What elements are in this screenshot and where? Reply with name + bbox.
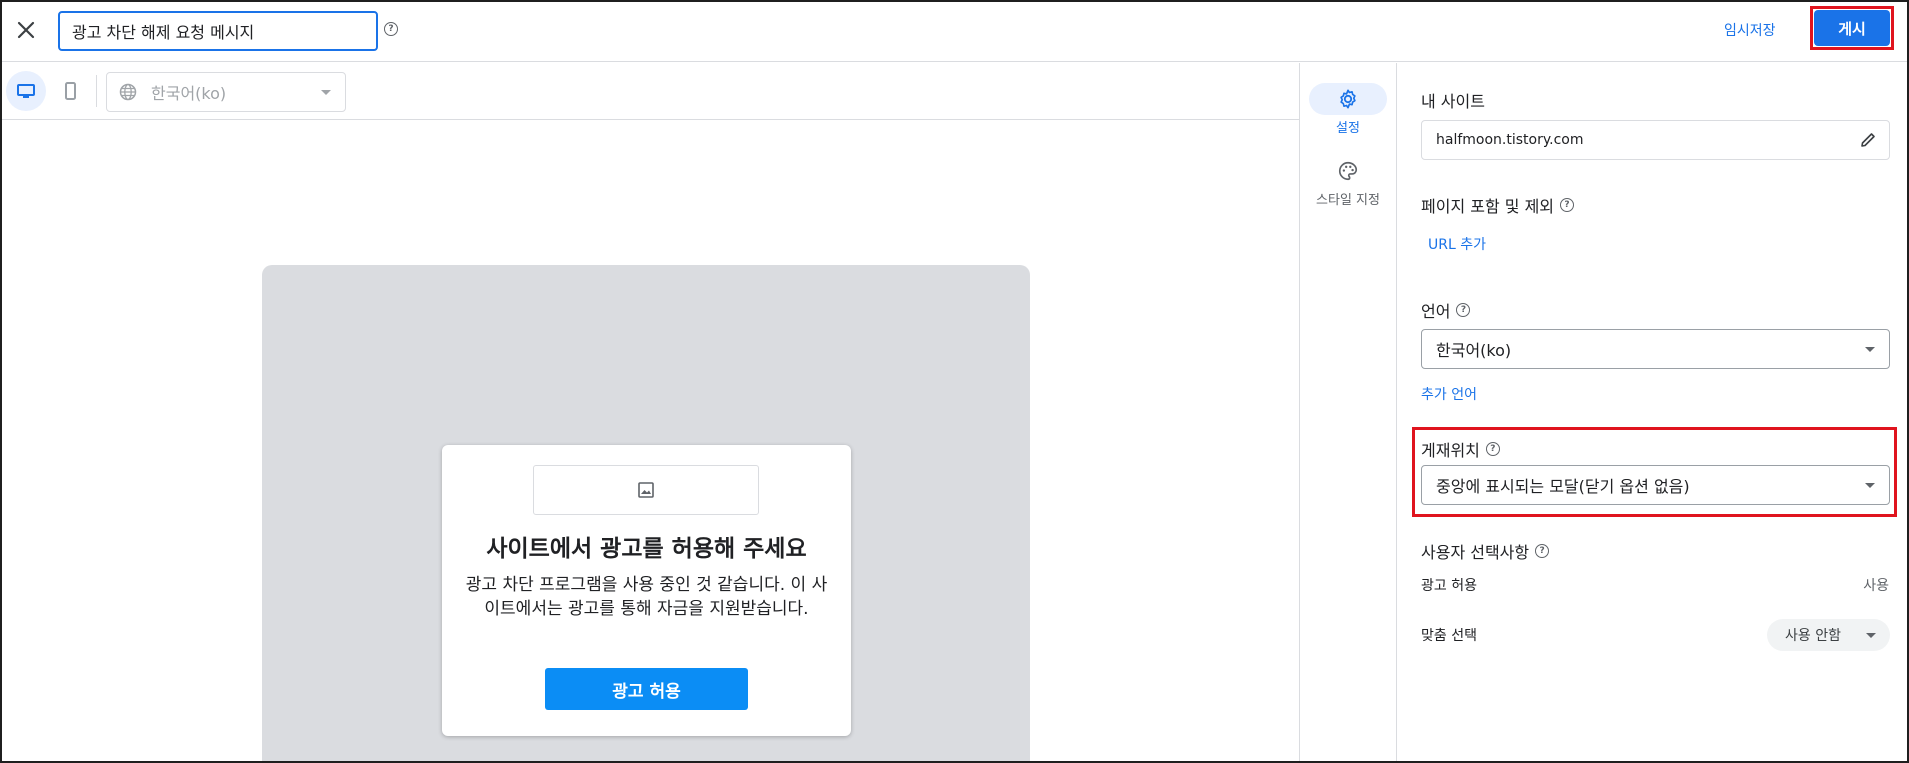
nav-styling-label: 스타일 지정 (1316, 193, 1380, 208)
my-site-label: 내 사이트 (1421, 88, 1485, 112)
user-choices-label: 사용자 선택사항 ? (1421, 539, 1550, 563)
language-label-text: 언어 (1421, 302, 1451, 321)
desktop-preview-button[interactable] (6, 71, 46, 111)
preview-toolbar: 한국어(ko) (2, 63, 1299, 120)
add-url-link[interactable]: URL 추가 (1428, 234, 1486, 254)
preview-canvas: 사이트에서 광고를 허용해 주세요 광고 차단 프로그램을 사용 중인 것 같습… (2, 121, 1299, 761)
custom-choice-select[interactable]: 사용 안함 (1767, 619, 1890, 651)
logo-placeholder (533, 465, 759, 515)
mobile-preview-button[interactable] (50, 71, 90, 111)
nav-item-settings[interactable]: 설정 (1300, 83, 1396, 136)
message-title-input[interactable] (58, 11, 378, 51)
preview-language-value: 한국어(ko) (151, 84, 227, 103)
nav-settings-label: 설정 (1336, 121, 1360, 136)
pencil-icon (1861, 133, 1875, 147)
desktop-icon (17, 84, 35, 98)
chevron-down-icon (1866, 633, 1876, 638)
nav-item-styling[interactable]: 스타일 지정 (1300, 155, 1396, 208)
chevron-down-icon (1865, 347, 1875, 352)
top-bar: ? 임시저장 게시 (2, 2, 1907, 62)
preview-language-select: 한국어(ko) (106, 72, 346, 112)
language-label: 언어 ? (1421, 298, 1471, 322)
publish-button[interactable]: 게시 (1814, 10, 1890, 46)
allow-ads-row-label: 광고 허용 (1421, 578, 1477, 594)
close-button[interactable] (10, 12, 42, 48)
chevron-down-icon (321, 90, 331, 95)
close-icon (17, 21, 35, 39)
my-site-label-text: 내 사이트 (1421, 92, 1485, 111)
user-choices-label-text: 사용자 선택사항 (1421, 543, 1530, 562)
side-nav: 설정 스타일 지정 (1299, 63, 1397, 761)
site-value: halfmoon.tistory.com (1436, 132, 1584, 148)
placement-label-text: 게재위치 (1421, 441, 1480, 460)
user-choices-help-icon[interactable]: ? (1535, 544, 1550, 558)
add-language-link[interactable]: 추가 언어 (1421, 384, 1477, 404)
site-field: halfmoon.tistory.com (1421, 120, 1890, 160)
nav-settings-pill (1309, 83, 1387, 115)
placement-label: 게재위치 ? (1421, 437, 1500, 461)
custom-choice-value: 사용 안함 (1785, 628, 1841, 644)
save-draft-button[interactable]: 임시저장 (1716, 16, 1784, 46)
page-include-label-text: 페이지 포함 및 제외 (1421, 197, 1555, 216)
edit-site-button[interactable] (1859, 131, 1877, 153)
allow-ads-button[interactable]: 광고 허용 (545, 668, 748, 710)
globe-icon (119, 83, 137, 101)
language-select-value: 한국어(ko) (1436, 341, 1512, 360)
language-help-icon[interactable]: ? (1456, 303, 1471, 317)
settings-panel: 내 사이트 halfmoon.tistory.com 페이지 포함 및 제외 ?… (1398, 63, 1907, 761)
toolbar-divider (96, 75, 97, 107)
modal-body-text: 광고 차단 프로그램을 사용 중인 것 같습니다. 이 사이트에서는 광고를 통… (465, 575, 828, 619)
gear-icon (1340, 89, 1356, 109)
placement-select[interactable]: 중앙에 표시되는 모달(닫기 옵션 없음) (1421, 465, 1890, 505)
allow-ads-row-value: 사용 (1863, 578, 1889, 594)
page-include-help-icon[interactable]: ? (1560, 198, 1575, 212)
palette-icon (1339, 161, 1358, 181)
placement-help-icon[interactable]: ? (1485, 442, 1500, 456)
language-select[interactable]: 한국어(ko) (1421, 329, 1890, 369)
adblock-message-modal: 사이트에서 광고를 허용해 주세요 광고 차단 프로그램을 사용 중인 것 같습… (442, 445, 851, 736)
placement-select-value: 중앙에 표시되는 모달(닫기 옵션 없음) (1436, 477, 1690, 496)
editor-window: ? 임시저장 게시 한국어(ko) (0, 0, 1909, 763)
image-icon (638, 482, 654, 498)
modal-heading: 사이트에서 광고를 허용해 주세요 (486, 536, 807, 562)
page-include-label: 페이지 포함 및 제외 ? (1421, 193, 1575, 217)
chevron-down-icon (1865, 483, 1875, 488)
title-help-icon[interactable]: ? (384, 22, 398, 36)
nav-styling-pill (1309, 155, 1387, 187)
custom-choice-row-label: 맞춤 선택 (1421, 628, 1477, 644)
phone-icon (65, 82, 76, 100)
